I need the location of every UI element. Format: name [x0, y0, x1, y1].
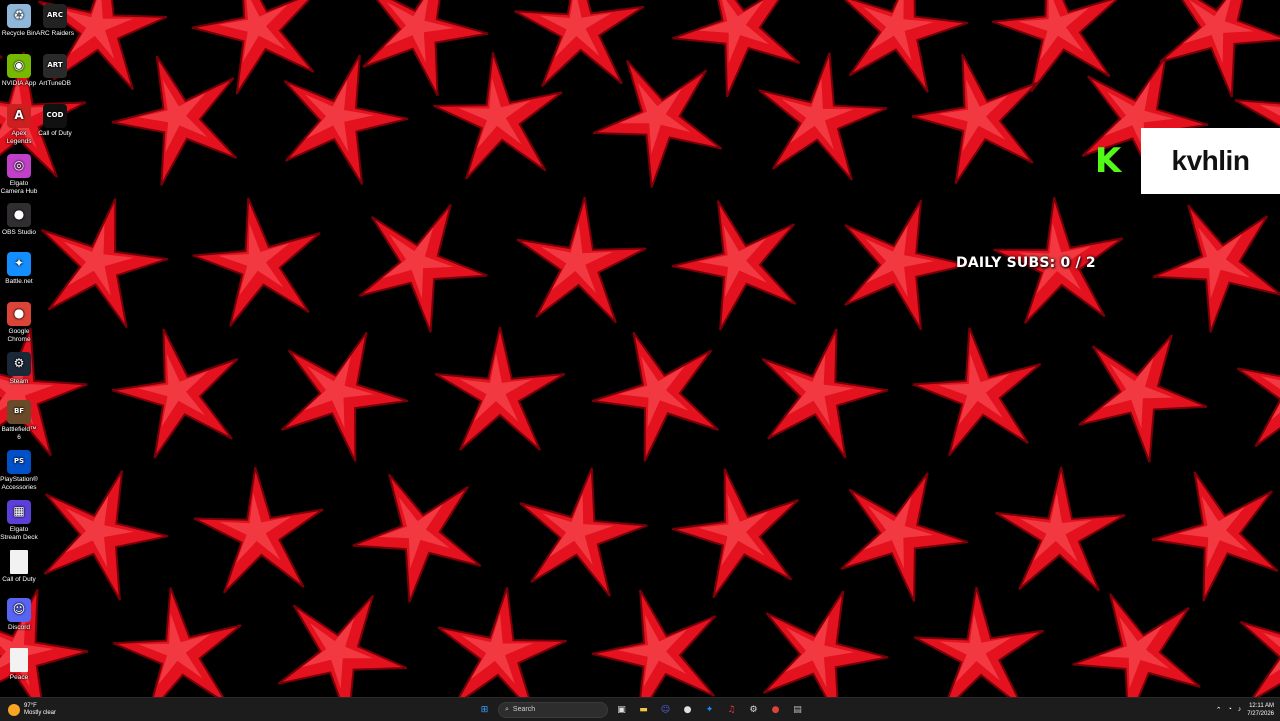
obs-studio-icon: ● — [7, 203, 31, 227]
red-star-wallpaper — [0, 0, 1280, 697]
file-explorer-icon[interactable]: ▬ — [635, 701, 652, 718]
desktop-icon-label: PlayStation® Accessories — [0, 476, 39, 491]
clock[interactable]: 12:11 AM 7/27/2026 — [1247, 702, 1274, 718]
desktop-icon[interactable]: BF Battlefield™ 6 — [0, 400, 39, 441]
desktop-icon-label: Discord — [0, 624, 39, 632]
desktop-icon-label: Battle.net — [0, 278, 39, 286]
apex-legends-icon: A — [7, 104, 31, 128]
wallpaper-star — [1241, 588, 1280, 697]
desktop-icon-label: ArtTuneDB — [35, 80, 75, 88]
desktop-icon-label: Elgato Camera Hub — [0, 180, 39, 195]
steam-icon: ⚙ — [7, 352, 31, 376]
desktop-icon[interactable]: ● Google Chrome — [0, 302, 39, 343]
call-of-duty-icon: COD — [43, 104, 67, 128]
desktop-icon[interactable]: ART ArtTuneDB — [35, 54, 75, 88]
kick-banner: K kvhlin — [1075, 128, 1280, 194]
clock-date: 7/27/2026 — [1247, 710, 1274, 718]
chrome-icon: ● — [7, 302, 31, 326]
taskbar-pinned-apps: ⊞ ⌕ Search ▣ ▬ ☺ ● ✦ ♫ ⚙ ● ▤ — [476, 699, 806, 720]
desktop-icon[interactable]: ◉ NVIDIA App — [0, 54, 39, 88]
discord-icon: ☺ — [7, 598, 31, 622]
desktop-icon-label: Recycle Bin — [0, 30, 39, 38]
discord-taskbar-icon[interactable]: ☺ — [657, 701, 674, 718]
wifi-icon[interactable]: ◔ — [1228, 706, 1232, 713]
obs-taskbar-icon[interactable]: ● — [679, 701, 696, 718]
desktop-icon[interactable]: ♻ Recycle Bin — [0, 4, 39, 38]
desktop-icon[interactable]: PS PlayStation® Accessories — [0, 450, 39, 491]
search-placeholder: Search — [513, 706, 535, 713]
desktop-icon[interactable]: ⚙ Steam — [0, 352, 39, 386]
taskbar-search-box[interactable]: ⌕ Search — [498, 702, 608, 718]
chevron-up-icon[interactable]: ⌃ — [1216, 706, 1222, 714]
desktop-icon-label: Call of Duty — [0, 576, 39, 584]
arc-raiders-icon: ARC — [43, 4, 67, 28]
search-icon: ⌕ — [505, 706, 509, 714]
wallpaper-star — [359, 204, 487, 332]
desktop-icon[interactable]: ▦ Elgato Stream Deck — [0, 500, 39, 541]
wallpaper-star — [1079, 335, 1207, 462]
desktop-icon[interactable]: ✦ Battle.net — [0, 252, 39, 286]
desktop-icon-label: NVIDIA App — [0, 80, 39, 88]
desktop-icon-label: Peace — [0, 674, 39, 682]
battlenet-taskbar-icon[interactable]: ✦ — [701, 701, 718, 718]
desktop-icon[interactable]: A Apex Legends — [0, 104, 39, 145]
desktop-icon-label: Elgato Stream Deck — [0, 526, 39, 541]
desktop: ♻Recycle BinARCARC Raiders◉NVIDIA AppART… — [0, 0, 1280, 697]
clock-time: 12:11 AM — [1247, 702, 1274, 710]
desktop-icon[interactable]: COD Call of Duty — [35, 104, 75, 138]
taskbar: 97°F Mostly clear ⊞ ⌕ Search ▣ ▬ ☺ ● ✦ ♫ ⚙ ● ▤ ⌃ ◔ … — [0, 697, 1280, 721]
playstation-accessories-icon: PS — [7, 450, 31, 474]
app-taskbar-icon[interactable]: ▤ — [789, 701, 806, 718]
desktop-icon-label: OBS Studio — [0, 229, 39, 237]
settings-icon[interactable]: ⚙ — [745, 701, 762, 718]
recycle-bin-icon: ♻ — [7, 4, 31, 28]
desktop-icon-label: Battlefield™ 6 — [0, 426, 39, 441]
chrome-taskbar-icon[interactable]: ● — [767, 701, 784, 718]
call-of-duty-file-icon — [10, 550, 28, 574]
desktop-icon[interactable]: ARC ARC Raiders — [35, 4, 75, 38]
battlefield-icon: BF — [7, 400, 31, 424]
streamer-username: kvhlin — [1141, 128, 1280, 194]
desktop-icon[interactable]: ● OBS Studio — [0, 203, 39, 237]
desktop-icon[interactable]: Call of Duty — [0, 550, 39, 584]
elgato-camera-hub-icon: ◎ — [7, 154, 31, 178]
peace-file-icon — [10, 648, 28, 672]
weather-temperature: 97°F — [24, 703, 56, 710]
daily-subs-counter: DAILY SUBS: 0 / 2 — [956, 255, 1096, 271]
kick-logo-icon: K — [1075, 128, 1141, 194]
elgato-stream-deck-icon: ▦ — [7, 500, 31, 524]
kick-logo-letter: K — [1095, 141, 1121, 181]
weather-widget[interactable]: 97°F Mostly clear — [8, 700, 56, 719]
wallpaper-star — [1237, 327, 1280, 453]
arttunedb-icon: ART — [43, 54, 67, 78]
task-view-icon[interactable]: ▣ — [613, 701, 630, 718]
desktop-icon-label: Apex Legends — [0, 130, 39, 145]
desktop-icon-label: Google Chrome — [0, 328, 39, 343]
system-tray: ⌃ ◔ ♪ 12:11 AM 7/27/2026 — [1216, 699, 1274, 720]
volume-icon[interactable]: ♪ — [1238, 706, 1242, 713]
weather-description: Mostly clear — [24, 710, 56, 717]
desktop-icon[interactable]: ◎ Elgato Camera Hub — [0, 154, 39, 195]
desktop-icon[interactable]: Peace — [0, 648, 39, 682]
nvidia-icon: ◉ — [7, 54, 31, 78]
desktop-icon[interactable]: ☺ Discord — [0, 598, 39, 632]
music-app-icon[interactable]: ♫ — [723, 701, 740, 718]
battlenet-icon: ✦ — [7, 252, 31, 276]
desktop-icon-label: Steam — [0, 378, 39, 386]
weather-icon — [8, 704, 20, 716]
start-icon[interactable]: ⊞ — [476, 701, 493, 718]
desktop-icon-label: ARC Raiders — [35, 30, 75, 38]
desktop-icon-label: Call of Duty — [35, 130, 75, 138]
